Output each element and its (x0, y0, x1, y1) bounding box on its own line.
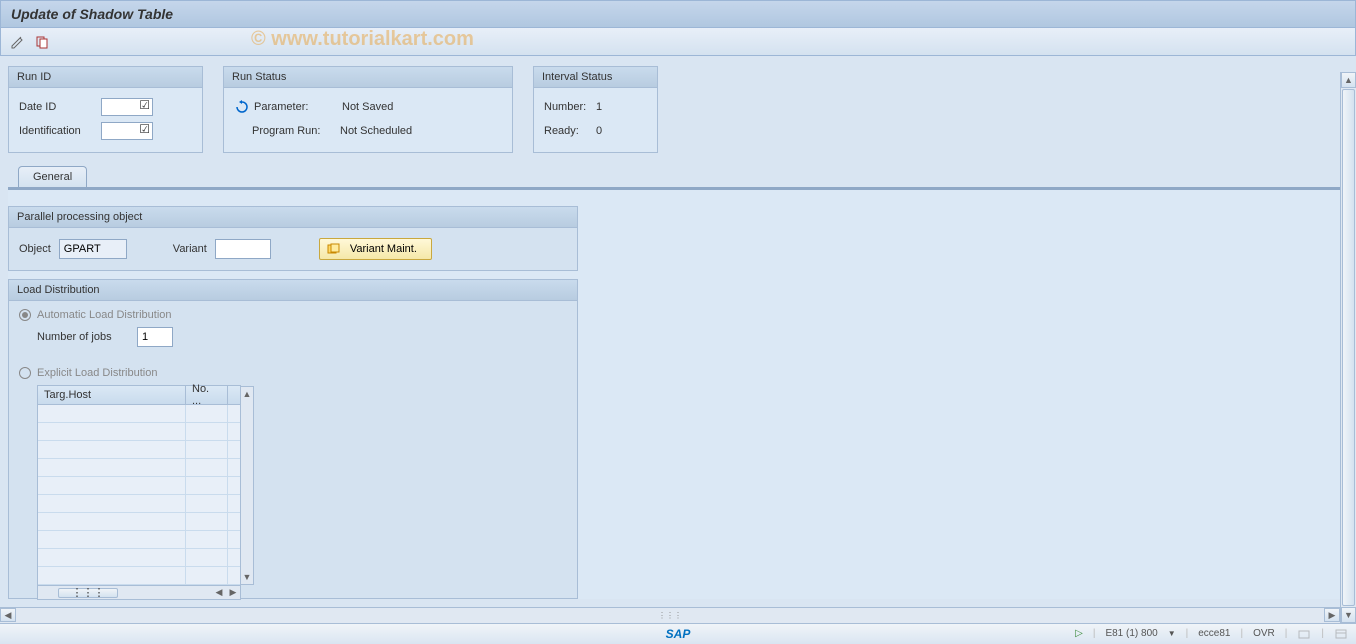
object-input[interactable] (59, 239, 127, 259)
program-run-label: Program Run: (252, 125, 340, 137)
copy-icon[interactable] (33, 33, 51, 51)
run-id-group: Run ID Date ID Identification (8, 66, 203, 153)
main-scroll-up-icon[interactable]: ▲ (1341, 72, 1356, 88)
table-hscroll[interactable]: ⋮⋮⋮ ◀ ▶ (37, 586, 241, 600)
interval-status-group: Interval Status Number: 1 Ready: 0 (533, 66, 658, 153)
title-bar: Update of Shadow Table (0, 0, 1356, 28)
interval-status-header: Interval Status (534, 67, 657, 88)
variant-input[interactable] (215, 239, 271, 259)
main-hscroll-left-icon[interactable]: ◀ (0, 608, 16, 622)
watermark: © www.tutorialkart.com (251, 28, 474, 51)
sap-logo: SAP (666, 627, 691, 641)
run-status-header: Run Status (224, 67, 512, 88)
status-system[interactable]: E81 (1) 800 (1105, 628, 1157, 639)
load-distribution-group: Load Distribution Automatic Load Distrib… (8, 279, 578, 599)
date-id-label: Date ID (19, 101, 97, 113)
number-value: 1 (596, 101, 602, 113)
explicit-label: Explicit Load Distribution (37, 367, 157, 379)
object-label: Object (19, 243, 51, 255)
table-col-host[interactable]: Targ.Host (38, 386, 186, 404)
date-id-input[interactable] (101, 98, 153, 116)
pencil-icon[interactable] (9, 33, 27, 51)
status-icon-1[interactable] (1297, 627, 1311, 641)
status-mode: OVR (1253, 628, 1275, 639)
num-jobs-label: Number of jobs (37, 331, 129, 343)
tabs-container: General Parallel processing object Objec… (8, 165, 1348, 599)
page-title: Update of Shadow Table (11, 6, 173, 22)
table-row[interactable] (38, 531, 240, 549)
parameter-label: Parameter: (254, 101, 342, 113)
main-scroll-down-icon[interactable]: ▼ (1341, 607, 1356, 623)
main-hscroll[interactable]: ◀ ⋮⋮⋮ ▶ (0, 607, 1340, 623)
parallel-processing-group: Parallel processing object Object Varian… (8, 206, 578, 271)
automatic-radio[interactable] (19, 309, 31, 321)
top-group-row: Run ID Date ID Identification Run Status (8, 66, 1348, 153)
variant-label: Variant (173, 243, 207, 255)
table-vscroll[interactable]: ▲ ▼ (240, 386, 254, 585)
run-id-header: Run ID (9, 67, 202, 88)
table-row[interactable] (38, 459, 240, 477)
automatic-label: Automatic Load Distribution (37, 309, 172, 321)
parameter-value: Not Saved (342, 101, 393, 113)
table-row[interactable] (38, 549, 240, 567)
hscroll-left-icon[interactable]: ◀ (212, 587, 226, 598)
table-row[interactable] (38, 423, 240, 441)
identification-label: Identification (19, 125, 97, 137)
status-bar: SAP ▷ | E81 (1) 800 ▼ | ecce81 | OVR | | (0, 623, 1356, 643)
variant-maint-label: Variant Maint. (350, 243, 417, 255)
explicit-radio-row[interactable]: Explicit Load Distribution (19, 367, 567, 379)
load-table: Targ.Host No. ... (37, 385, 241, 586)
table-row[interactable] (38, 405, 240, 423)
table-row[interactable] (38, 495, 240, 513)
status-arrow-icon[interactable]: ▷ (1075, 628, 1083, 639)
table-row[interactable] (38, 441, 240, 459)
identification-input[interactable] (101, 122, 153, 140)
dropdown-arrow-icon[interactable]: ▼ (1168, 629, 1176, 638)
hscroll-handle[interactable]: ⋮⋮⋮ (58, 588, 118, 598)
scroll-up-icon[interactable]: ▲ (241, 387, 253, 401)
program-run-value: Not Scheduled (340, 125, 412, 137)
load-header: Load Distribution (9, 280, 577, 301)
status-icon-2[interactable] (1334, 627, 1348, 641)
table-body (38, 405, 240, 585)
explicit-radio[interactable] (19, 367, 31, 379)
number-label: Number: (544, 101, 596, 113)
content-area: Run ID Date ID Identification Run Status (0, 56, 1356, 623)
toolbar: © www.tutorialkart.com (0, 28, 1356, 56)
ready-label: Ready: (544, 125, 596, 137)
main-vscroll[interactable]: ▲ ▼ (1340, 72, 1356, 623)
table-row[interactable] (38, 513, 240, 531)
num-jobs-input[interactable] (137, 327, 173, 347)
main-hscroll-right-icon[interactable]: ▶ (1324, 608, 1340, 622)
table-row[interactable] (38, 477, 240, 495)
refresh-icon[interactable] (234, 99, 250, 115)
main-vscroll-thumb[interactable] (1342, 89, 1355, 606)
status-server: ecce81 (1198, 628, 1230, 639)
table-row[interactable] (38, 567, 240, 585)
parallel-header: Parallel processing object (9, 207, 577, 228)
table-col-no[interactable]: No. ... (186, 386, 228, 404)
tab-general[interactable]: General (18, 166, 87, 187)
run-status-group: Run Status Parameter: Not Saved Program … (223, 66, 513, 153)
variant-maint-button[interactable]: Variant Maint. (319, 238, 432, 260)
automatic-radio-row[interactable]: Automatic Load Distribution (19, 309, 567, 321)
ready-value: 0 (596, 125, 602, 137)
scroll-down-icon[interactable]: ▼ (241, 570, 253, 584)
hscroll-right-icon[interactable]: ▶ (226, 587, 240, 598)
variant-maint-icon (326, 242, 340, 256)
